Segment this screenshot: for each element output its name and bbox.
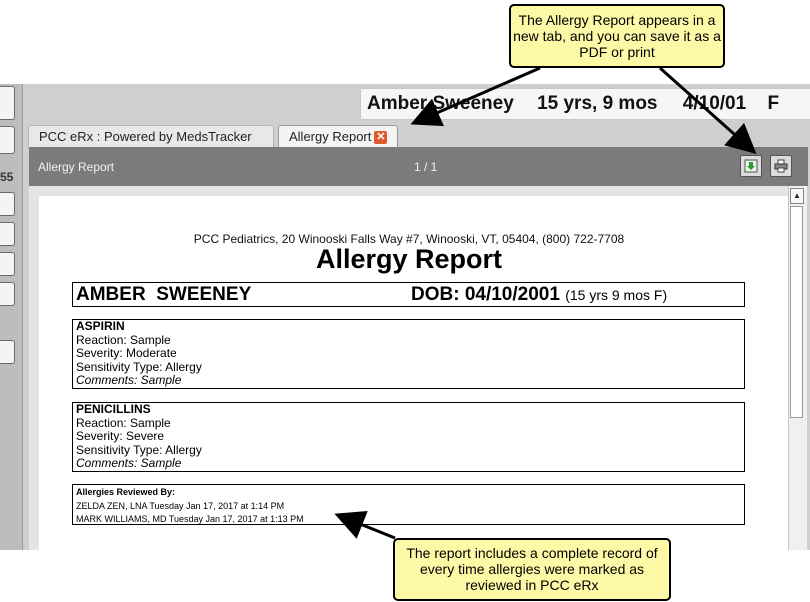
callout-new-tab: The Allergy Report appears in a new tab,… bbox=[509, 4, 725, 68]
callout-arrows bbox=[334, 66, 757, 540]
arrow-to-reviewed bbox=[334, 510, 396, 540]
arrow-to-tab bbox=[410, 66, 541, 127]
arrow-to-buttons bbox=[659, 66, 757, 154]
callout-review-record: The report includes a complete record of… bbox=[393, 538, 671, 601]
